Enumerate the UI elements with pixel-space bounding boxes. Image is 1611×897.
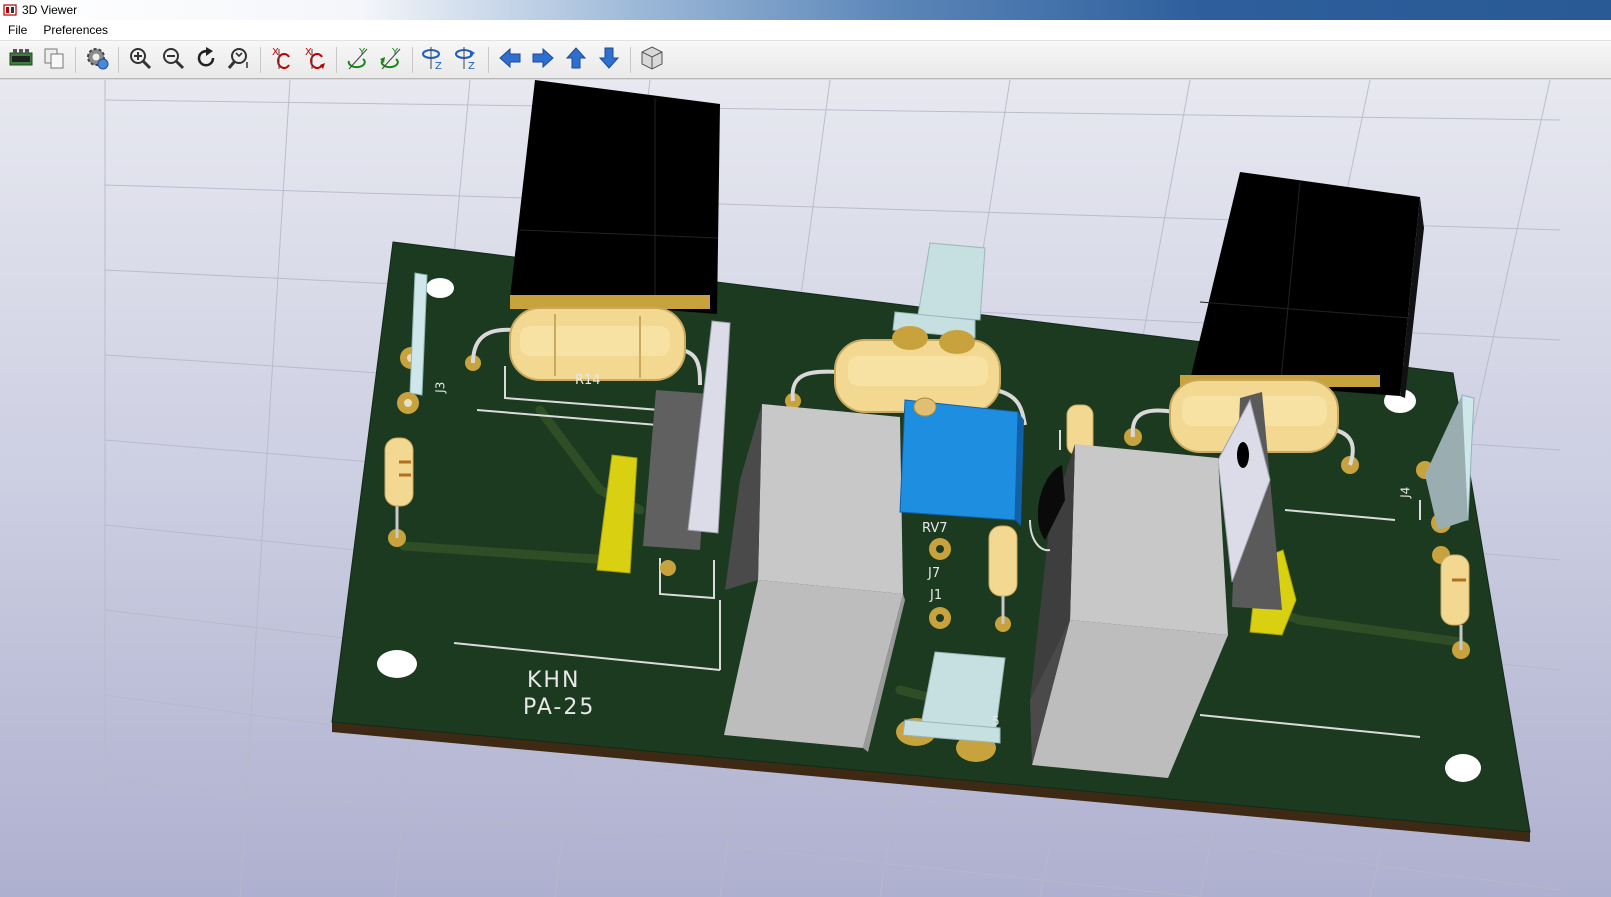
- toolbar-separator: [630, 46, 631, 73]
- svg-text:Z: Z: [435, 61, 442, 71]
- silk-ref-j3: J3: [433, 381, 447, 394]
- rotate-z-cw-button[interactable]: Z: [419, 45, 449, 75]
- silk-board-model: PA-25: [523, 695, 595, 720]
- rotate-x-cw-button[interactable]: X: [267, 45, 297, 75]
- rotate-y-ccw-button[interactable]: Y: [376, 45, 406, 75]
- trimmer-rv7: [899, 397, 1024, 526]
- rotate-y-cw-icon: Y: [345, 45, 371, 74]
- rotate-z-ccw-icon: Z: [454, 45, 480, 74]
- svg-text:X: X: [305, 47, 312, 58]
- redraw-icon: [194, 46, 218, 73]
- silk-ref-partial: 5: [992, 714, 1000, 728]
- heatsink-left: [510, 80, 720, 314]
- window-titlebar: 3D Viewer: [0, 0, 1611, 20]
- pan-right-icon: [531, 46, 555, 73]
- rotate-x-cw-icon: X: [269, 45, 295, 74]
- reload-board-icon: [8, 47, 34, 72]
- rotate-x-ccw-button[interactable]: X: [300, 45, 330, 75]
- settings-icon: [84, 45, 110, 74]
- pan-down-button[interactable]: [594, 45, 624, 75]
- rotate-z-ccw-button[interactable]: Z: [452, 45, 482, 75]
- zoom-out-button[interactable]: [158, 45, 188, 75]
- toolbar-separator: [75, 46, 76, 73]
- zoom-fit-button[interactable]: [224, 45, 254, 75]
- ortho-view-icon: [639, 45, 665, 74]
- settings-button[interactable]: [82, 45, 112, 75]
- toolbar-separator: [488, 46, 489, 73]
- silk-board-name: KHN: [527, 668, 580, 693]
- pan-up-icon: [564, 46, 588, 73]
- menu-file[interactable]: File: [0, 23, 35, 37]
- silk-ref-rv7: RV7: [922, 521, 948, 536]
- pan-left-button[interactable]: [495, 45, 525, 75]
- toolbar: X X Y Y Z Z: [0, 41, 1611, 79]
- pan-up-button[interactable]: [561, 45, 591, 75]
- rotate-x-ccw-icon: X: [302, 45, 328, 74]
- rotate-z-cw-icon: Z: [421, 45, 447, 74]
- heatsink-right: [1180, 172, 1424, 398]
- toolbar-separator: [260, 46, 261, 73]
- zoom-in-icon: [128, 46, 152, 73]
- svg-text:Y: Y: [358, 47, 366, 58]
- rotate-y-ccw-icon: Y: [378, 45, 404, 74]
- copy-icon: [42, 46, 66, 73]
- menu-bar: File Preferences: [0, 20, 1611, 41]
- reload-board-button[interactable]: [6, 45, 36, 75]
- board-render: R14 RV7 J7 J1 5 J3 J4 KHN PA-25: [104, 80, 1561, 897]
- relay-left: [724, 404, 905, 752]
- zoom-in-button[interactable]: [125, 45, 155, 75]
- pan-left-icon: [498, 46, 522, 73]
- silk-ref-j4: J4: [1398, 486, 1412, 499]
- svg-text:X: X: [272, 47, 279, 58]
- silk-ref-r14: R14: [575, 373, 601, 388]
- pan-right-button[interactable]: [528, 45, 558, 75]
- zoom-out-icon: [161, 46, 185, 73]
- copy-button[interactable]: [39, 45, 69, 75]
- redraw-button[interactable]: [191, 45, 221, 75]
- toolbar-separator: [118, 46, 119, 73]
- silk-ref-j1: J1: [929, 588, 942, 603]
- zoom-fit-icon: [227, 46, 251, 73]
- window-title: 3D Viewer: [22, 3, 78, 17]
- rotate-y-cw-button[interactable]: Y: [343, 45, 373, 75]
- ortho-view-button[interactable]: [637, 45, 667, 75]
- svg-text:Y: Y: [391, 47, 399, 58]
- svg-text:Z: Z: [468, 61, 475, 71]
- toolbar-separator: [336, 46, 337, 73]
- kicad-3d-icon: [3, 3, 17, 17]
- silk-ref-j7: J7: [927, 566, 940, 581]
- toolbar-separator: [412, 46, 413, 73]
- menu-preferences[interactable]: Preferences: [35, 23, 116, 37]
- pan-down-icon: [597, 46, 621, 73]
- 3d-viewport[interactable]: R14 RV7 J7 J1 5 J3 J4 KHN PA-25: [0, 80, 1611, 897]
